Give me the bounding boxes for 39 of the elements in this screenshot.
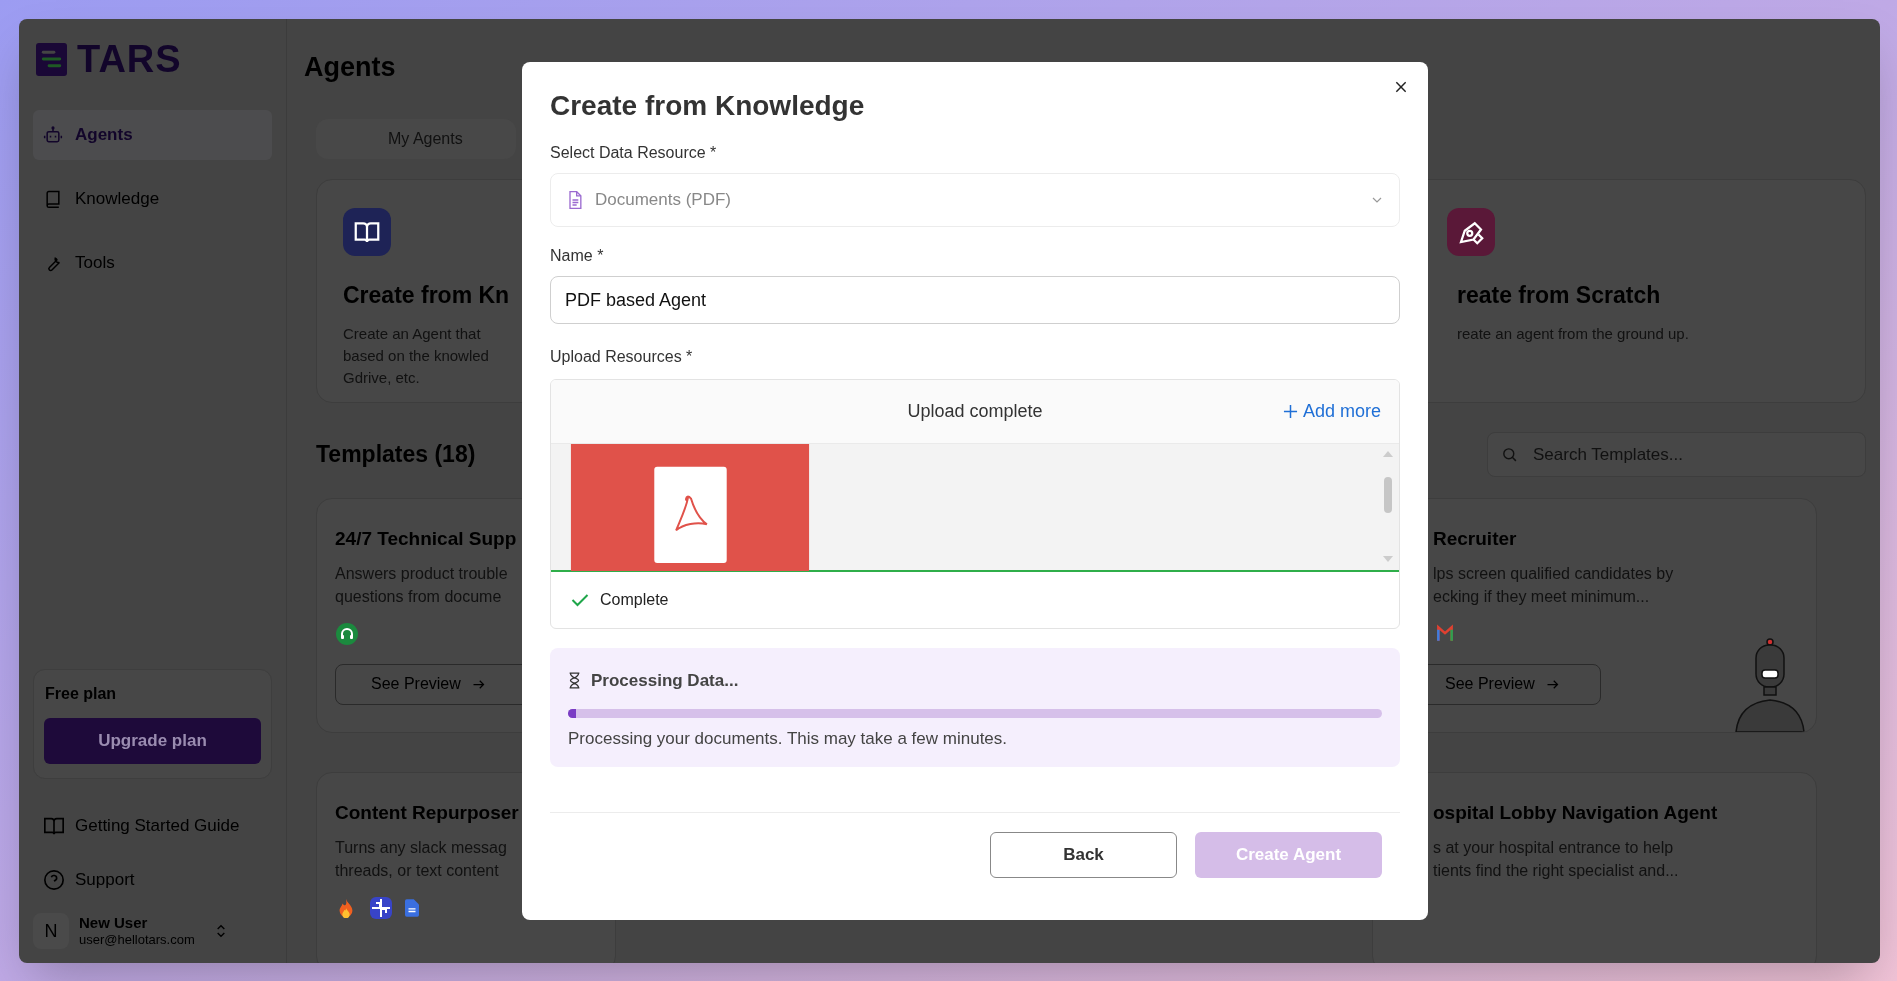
open-book-icon bbox=[43, 815, 65, 837]
grid-icon bbox=[369, 895, 393, 920]
close-icon bbox=[1393, 79, 1409, 95]
card-title: ospital Lobby Navigation Agent bbox=[1433, 801, 1718, 825]
section-title: Templates (18) bbox=[316, 440, 476, 470]
sidebar-link[interactable]: Getting Started Guide bbox=[33, 799, 272, 853]
upload-status-title: Upload complete bbox=[907, 400, 1043, 423]
help-icon bbox=[43, 869, 65, 891]
card-title: Create from Kn bbox=[343, 281, 510, 310]
user-email: user@hellotars.com bbox=[79, 932, 195, 949]
upgrade-button[interactable]: Upgrade plan bbox=[44, 718, 261, 764]
user-avatar: N bbox=[33, 913, 69, 949]
logo-icon bbox=[36, 42, 67, 76]
field-label: Select Data Resource * bbox=[550, 143, 717, 163]
card-title: reate from Scratch bbox=[1457, 281, 1661, 310]
plus-icon bbox=[1282, 404, 1298, 419]
page-title: Agents bbox=[304, 51, 396, 84]
sidebar-nav-item[interactable]: Agents bbox=[33, 110, 272, 160]
field-label: Name * bbox=[550, 246, 604, 266]
user-name: New User bbox=[79, 913, 149, 933]
add-more-link[interactable]: Add more bbox=[1282, 398, 1381, 425]
back-button[interactable]: Back bbox=[990, 832, 1177, 878]
book-icon bbox=[43, 189, 63, 209]
tab[interactable]: My Agents bbox=[386, 119, 465, 159]
document-icon bbox=[405, 898, 419, 917]
plan-title: Free plan bbox=[44, 684, 118, 704]
card-title: Content Repurposer bbox=[335, 801, 519, 825]
headset-icon bbox=[335, 621, 359, 646]
sidebar-nav-item[interactable]: Knowledge bbox=[33, 174, 272, 224]
sidebar-link[interactable]: Support bbox=[33, 853, 272, 907]
card-title: 24/7 Technical Supp bbox=[335, 527, 517, 551]
card-title: Recruiter bbox=[1433, 527, 1517, 551]
name-input[interactable]: PDF based Agent bbox=[550, 276, 1400, 324]
logo-text: TARS bbox=[77, 40, 182, 78]
search-icon bbox=[1501, 446, 1518, 463]
robot-icon bbox=[43, 125, 63, 145]
sidebar-nav-item[interactable]: Tools bbox=[33, 238, 272, 288]
dialog-title: Create from Knowledge bbox=[550, 89, 866, 123]
hourglass-icon bbox=[568, 672, 581, 690]
